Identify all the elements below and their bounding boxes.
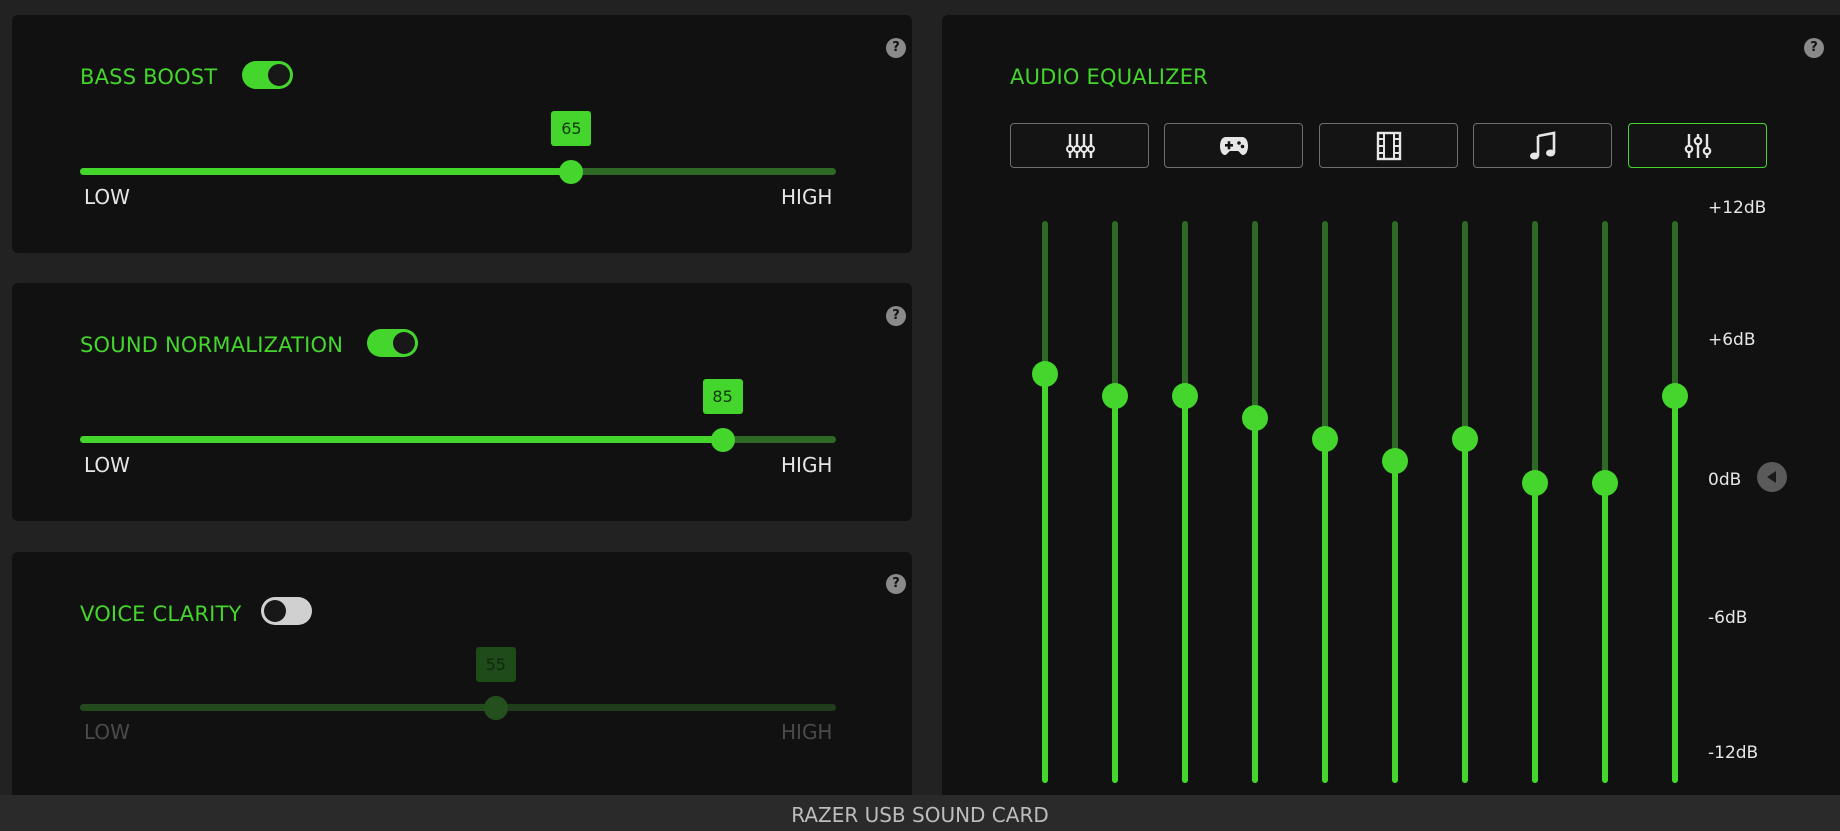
eq-band-8-thumb[interactable] (1522, 470, 1548, 496)
bass-boost-title: BASS BOOST (80, 65, 218, 89)
eq-band-9-slider[interactable] (1592, 221, 1618, 783)
eq-band-9-thumb[interactable] (1592, 470, 1618, 496)
bass-boost-toggle[interactable] (242, 61, 293, 89)
sound-normalization-low-label: LOW (84, 453, 130, 477)
sound-normalization-title: SOUND NORMALIZATION (80, 333, 344, 357)
bass-boost-high-label: HIGH (781, 185, 833, 209)
device-name-footer: RAZER USB SOUND CARD (0, 795, 1840, 831)
audio-equalizer-panel: ? AUDIO EQUALIZER +12dB +6dB 0dB -6dB -1… (942, 15, 1840, 795)
film-icon (1376, 131, 1401, 160)
eq-band-5-thumb[interactable] (1312, 426, 1338, 453)
bass-boost-slider-fill (80, 168, 572, 175)
collapse-arrow-button[interactable] (1757, 462, 1787, 492)
eq-band-3-thumb[interactable] (1172, 382, 1198, 409)
audio-equalizer-title: AUDIO EQUALIZER (1010, 65, 1208, 89)
preset-movie-button[interactable] (1319, 123, 1458, 168)
eq-band-10-fill (1672, 395, 1678, 783)
voice-clarity-slider-fill (80, 704, 496, 711)
eq-band-10-thumb[interactable] (1662, 382, 1688, 409)
voice-clarity-slider[interactable]: 55 (80, 647, 836, 720)
eq-band-2-thumb[interactable] (1102, 382, 1128, 409)
help-icon[interactable]: ? (886, 38, 906, 58)
voice-clarity-slider-thumb[interactable] (483, 696, 508, 720)
eq-band-10-slider[interactable] (1662, 221, 1688, 783)
sound-normalization-toggle[interactable] (367, 329, 418, 357)
voice-clarity-toggle[interactable] (261, 597, 312, 625)
preset-game-button[interactable] (1164, 123, 1303, 168)
eq-band-1-slider[interactable] (1032, 221, 1058, 783)
eq-band-2-fill (1112, 395, 1118, 783)
preset-music-button[interactable] (1473, 123, 1612, 168)
db-label-minus-12: -12dB (1708, 743, 1759, 763)
sound-normalization-panel: ? SOUND NORMALIZATION 85 LOW HIGH (12, 283, 912, 521)
help-icon[interactable]: ? (886, 306, 906, 326)
help-icon[interactable]: ? (1804, 38, 1824, 58)
eq-band-3-fill (1182, 395, 1188, 783)
eq-band-7-thumb[interactable] (1452, 426, 1478, 453)
db-label-minus-6: -6dB (1708, 608, 1748, 628)
bass-boost-slider[interactable]: 65 (80, 111, 836, 184)
eq-band-4-slider[interactable] (1242, 221, 1268, 783)
custom-sliders-icon (1684, 133, 1711, 158)
sound-normalization-slider-thumb[interactable] (710, 428, 735, 452)
preset-custom-button[interactable] (1628, 123, 1767, 168)
eq-band-4-thumb[interactable] (1242, 404, 1268, 431)
eq-band-9-fill (1602, 483, 1608, 783)
gamepad-icon (1219, 136, 1248, 155)
db-label-plus-12: +12dB (1708, 198, 1767, 218)
equalizer-sliders-icon (1065, 133, 1095, 158)
eq-band-7-slider[interactable] (1452, 221, 1478, 783)
bass-boost-slider-thumb[interactable] (559, 160, 584, 184)
db-label-plus-6: +6dB (1708, 330, 1756, 350)
eq-band-5-slider[interactable] (1312, 221, 1338, 783)
eq-band-6-slider[interactable] (1382, 221, 1408, 783)
music-note-icon (1529, 130, 1555, 159)
eq-band-8-slider[interactable] (1522, 221, 1548, 783)
eq-band-5-fill (1322, 439, 1328, 783)
eq-band-1-thumb[interactable] (1032, 360, 1058, 387)
eq-band-1-fill (1042, 373, 1048, 783)
voice-clarity-value: 55 (475, 647, 516, 682)
eq-band-7-fill (1462, 439, 1468, 783)
bass-boost-value: 65 (551, 111, 592, 146)
sound-normalization-value: 85 (702, 379, 743, 414)
eq-band-6-fill (1392, 461, 1398, 783)
sound-normalization-slider-fill (80, 436, 723, 443)
db-label-zero: 0dB (1708, 470, 1742, 490)
eq-band-2-slider[interactable] (1102, 221, 1128, 783)
preset-default-button[interactable] (1010, 123, 1149, 168)
voice-clarity-title: VOICE CLARITY (80, 602, 242, 626)
help-icon[interactable]: ? (886, 574, 906, 594)
eq-band-4-fill (1252, 417, 1258, 783)
voice-clarity-high-label: HIGH (781, 720, 833, 744)
eq-band-8-fill (1532, 483, 1538, 783)
sound-normalization-high-label: HIGH (781, 453, 833, 477)
voice-clarity-low-label: LOW (84, 720, 130, 744)
bass-boost-panel: ? BASS BOOST 65 LOW HIGH (12, 15, 912, 253)
eq-band-3-slider[interactable] (1172, 221, 1198, 783)
sound-normalization-slider[interactable]: 85 (80, 379, 836, 452)
bass-boost-low-label: LOW (84, 185, 130, 209)
eq-band-6-thumb[interactable] (1382, 448, 1408, 475)
voice-clarity-panel: ? VOICE CLARITY 55 LOW HIGH (12, 552, 912, 795)
